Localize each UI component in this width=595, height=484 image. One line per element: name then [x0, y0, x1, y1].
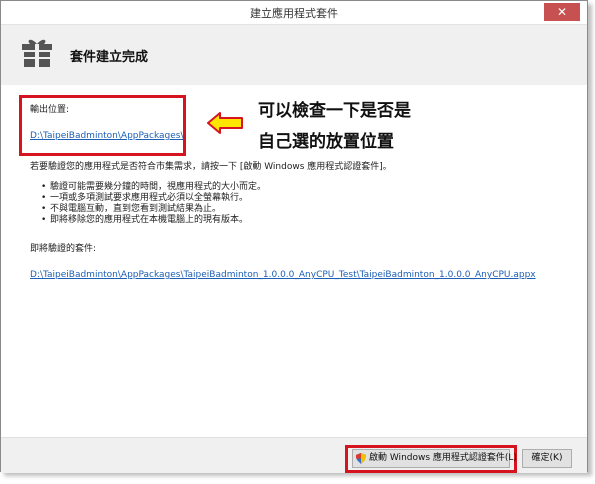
- intro-text: 若要驗證您的應用程式是否符合市集需求，請按一下 [啟動 Windows 應用程式…: [30, 162, 392, 172]
- page-title: 套件建立完成: [70, 50, 149, 65]
- launch-button-label: 啟動 Windows 應用程式認證套件(L): [369, 453, 517, 463]
- annotation-line-2: 自己選的放置位置: [258, 132, 394, 152]
- launch-certification-kit-button[interactable]: 啟動 Windows 應用程式認證套件(L): [352, 449, 517, 468]
- title-bar[interactable]: 建立應用程式套件 ✕: [1, 1, 587, 25]
- dialog-content: 輸出位置: D:\TaipeiBadminton\AppPackages\ 可以…: [1, 86, 587, 437]
- dialog-header: 套件建立完成: [1, 25, 587, 85]
- close-button[interactable]: ✕: [544, 3, 580, 21]
- annotation-line-1: 可以檢查一下是否是: [258, 101, 411, 121]
- list-item: 不與電腦互動，直到您看到測試結果為止。: [41, 204, 266, 215]
- dialog-window: 建立應用程式套件 ✕ 套件建立完成 輸出位置: D:\TaipeiBadmint…: [0, 0, 588, 473]
- shield-icon: [356, 453, 366, 464]
- ok-button[interactable]: 確定(K): [522, 449, 572, 468]
- list-item: 即將移除您的應用程式在本機電腦上的現有版本。: [41, 215, 266, 226]
- output-highlight-box: [19, 95, 186, 156]
- package-path-link[interactable]: D:\TaipeiBadminton\AppPackages\TaipeiBad…: [30, 270, 536, 280]
- arrow-left-icon: [207, 112, 243, 134]
- gift-icon: [22, 39, 52, 67]
- requirements-list: 驗證可能需要幾分鐘的時間，視應用程式的大小而定。 一項或多項測試要求應用程式必須…: [41, 182, 266, 226]
- package-label: 即將驗證的套件:: [30, 244, 97, 254]
- list-item: 驗證可能需要幾分鐘的時間，視應用程式的大小而定。: [41, 182, 266, 193]
- dialog-footer: 啟動 Windows 應用程式認證套件(L) 確定(K): [1, 437, 587, 473]
- list-item: 一項或多項測試要求應用程式必須以全螢幕執行。: [41, 193, 266, 204]
- window-title: 建立應用程式套件: [250, 7, 338, 20]
